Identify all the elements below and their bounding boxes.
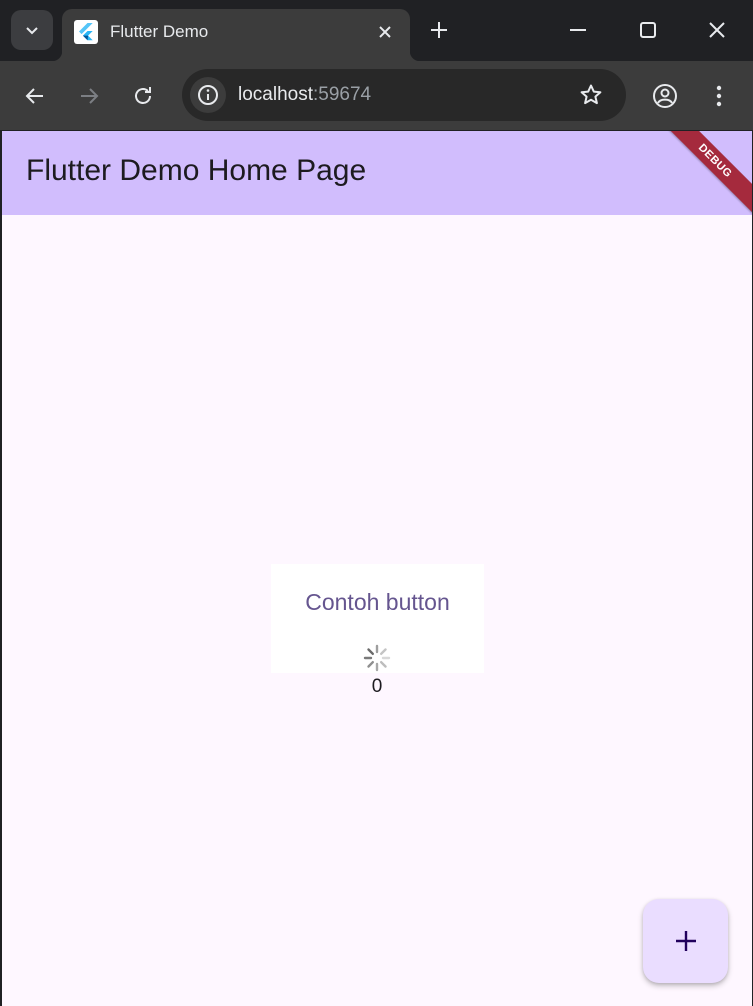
maximize-icon <box>640 22 656 38</box>
url-text: localhost:59674 <box>238 84 371 106</box>
reload-icon <box>135 87 151 104</box>
minimize-button[interactable] <box>560 12 596 48</box>
page-title: Flutter Demo Home Page <box>26 154 367 187</box>
star-icon <box>580 84 602 105</box>
url-host: localhost <box>238 84 313 105</box>
plus-icon <box>675 931 696 951</box>
tab-search-button[interactable] <box>11 10 53 50</box>
address-bar[interactable]: localhost:59674 <box>182 69 626 121</box>
tab-flutter-demo[interactable]: Flutter Demo <box>52 9 420 61</box>
forward-arrow-icon <box>81 88 99 104</box>
back-arrow-icon <box>25 88 43 104</box>
info-icon <box>198 85 218 105</box>
close-icon <box>379 26 391 38</box>
reload-button[interactable] <box>125 78 161 114</box>
loading-spinner-icon <box>363 644 391 672</box>
tab-title: Flutter Demo <box>110 22 209 41</box>
url-port: :59674 <box>313 84 372 105</box>
contoh-button[interactable]: Contoh button <box>271 581 484 623</box>
back-button[interactable] <box>17 78 53 114</box>
tab-strip: Flutter Demo <box>0 0 753 61</box>
close-window-button[interactable] <box>699 12 735 48</box>
button-container: Contoh button <box>271 564 484 673</box>
chevron-down-icon <box>26 27 38 35</box>
forward-button[interactable] <box>71 78 107 114</box>
app-bar: Flutter Demo Home Page <box>2 131 752 215</box>
tab-close-button[interactable] <box>374 21 396 43</box>
minimize-icon <box>570 29 586 31</box>
close-icon <box>709 22 725 38</box>
plus-icon <box>431 22 447 38</box>
profile-button[interactable] <box>647 78 683 114</box>
browser-toolbar: localhost:59674 <box>0 61 753 130</box>
browser-menu-button[interactable] <box>701 78 737 114</box>
maximize-button[interactable] <box>630 12 666 48</box>
more-vert-icon <box>716 85 722 107</box>
counter-text: 0 <box>371 676 383 697</box>
bookmark-button[interactable] <box>574 78 608 112</box>
new-tab-button[interactable] <box>424 15 454 45</box>
flutter-logo-icon <box>74 20 98 44</box>
site-info-button[interactable] <box>190 77 226 113</box>
page-viewport: Flutter Demo Home Page DEBUG Contoh butt… <box>2 131 752 1006</box>
profile-icon <box>653 84 677 108</box>
browser-window: Flutter Demo localhost:59674 Flutter Dem… <box>0 0 753 1006</box>
increment-fab[interactable] <box>643 899 728 983</box>
